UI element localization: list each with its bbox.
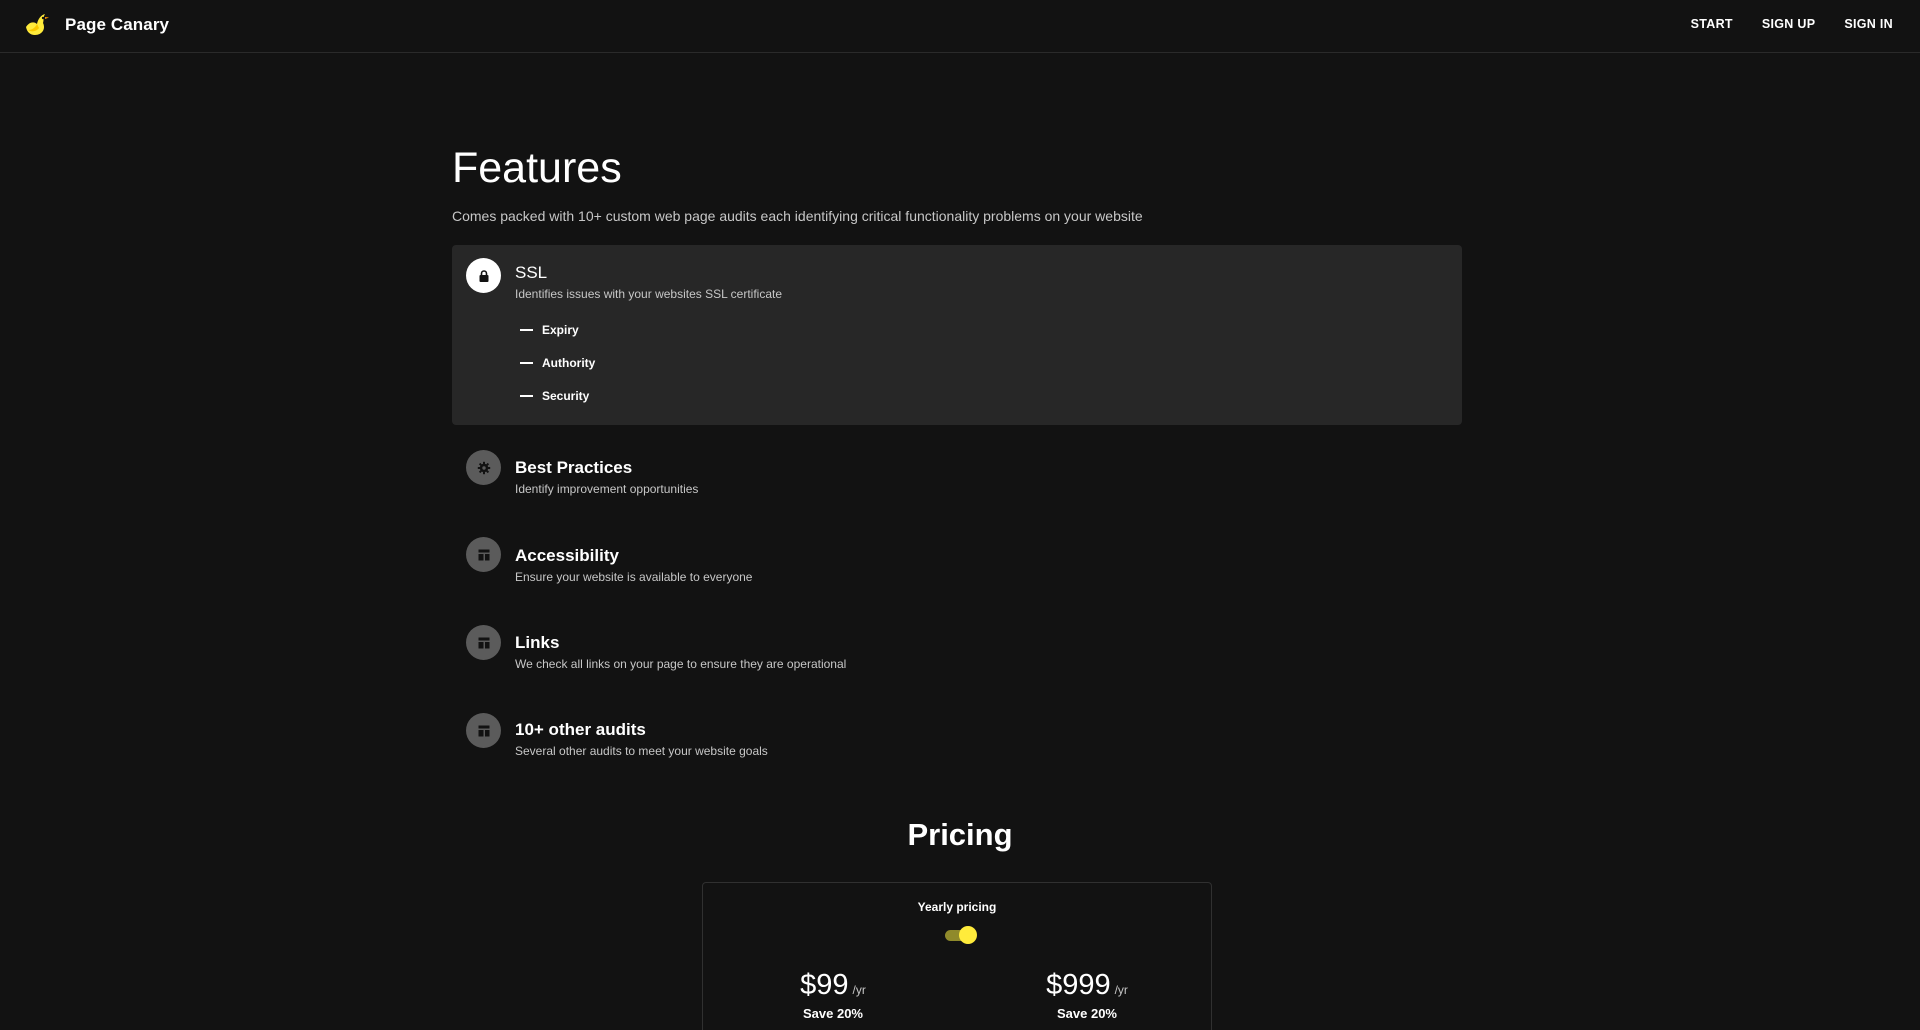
nav-start-link[interactable]: START [1691, 17, 1733, 31]
dash-icon [520, 362, 533, 364]
layout-icon [466, 537, 501, 572]
lock-icon [466, 258, 501, 293]
feature-title: SSL [515, 263, 548, 282]
nav-sign-in-link[interactable]: SIGN IN [1844, 17, 1893, 31]
plan-pro[interactable]: $999/yr Save 20% [997, 969, 1177, 1021]
top-app-bar: Page Canary START SIGN UP SIGN IN [0, 0, 1920, 53]
feature-description: Several other audits to meet your websit… [515, 744, 768, 758]
plan-price: $99 [800, 969, 849, 1001]
brand-name: Page Canary [65, 15, 170, 34]
nav-sign-up-link[interactable]: SIGN UP [1762, 17, 1816, 31]
yearly-pricing-label: Yearly pricing [917, 900, 997, 914]
plan-basic[interactable]: $99/yr Save 20% [743, 969, 923, 1021]
yearly-pricing-toggle[interactable] [943, 925, 977, 945]
feature-item-ssl[interactable]: SSL Identifies issues with your websites… [452, 245, 1462, 425]
plan-unit: /yr [1114, 983, 1128, 997]
pricing-heading: Pricing [907, 817, 1013, 852]
feature-title: 10+ other audits [515, 720, 646, 739]
feature-subitem: Expiry [520, 323, 579, 337]
feature-title: Links [515, 633, 560, 652]
feature-title: Accessibility [515, 546, 619, 565]
feature-description: Identify improvement opportunities [515, 482, 699, 496]
feature-item-links[interactable]: Links We check all links on your page to… [452, 615, 1462, 687]
feature-description: We check all links on your page to ensur… [515, 657, 847, 671]
plan-unit: /yr [852, 983, 866, 997]
features-subtitle: Comes packed with 10+ custom web page au… [452, 208, 1143, 224]
gear-icon [466, 450, 501, 485]
subitem-label: Authority [542, 356, 596, 370]
features-heading: Features [452, 144, 622, 192]
pricing-card: Yearly pricing $99/yr Save 20% $999/yr S… [702, 882, 1212, 1030]
plan-save: Save 20% [1057, 1006, 1117, 1021]
toggle-thumb [959, 926, 977, 944]
plan-price: $999 [1046, 969, 1111, 1001]
dash-icon [520, 329, 533, 331]
feature-item-best-practices[interactable]: Best Practices Identify improvement oppo… [452, 440, 1462, 512]
dash-icon [520, 395, 533, 397]
canary-bird-icon [26, 14, 49, 35]
feature-subitem: Security [520, 389, 589, 403]
layout-icon [466, 713, 501, 748]
feature-item-other-audits[interactable]: 10+ other audits Several other audits to… [452, 702, 1462, 774]
subitem-label: Security [542, 389, 590, 403]
feature-description: Identifies issues with your websites SSL… [515, 287, 783, 301]
layout-icon [466, 625, 501, 660]
brand[interactable]: Page Canary [22, 10, 169, 40]
plan-save: Save 20% [803, 1006, 863, 1021]
feature-title: Best Practices [515, 458, 633, 477]
top-nav: START SIGN UP SIGN IN [1662, 0, 1893, 48]
feature-subitem: Authority [520, 356, 595, 370]
feature-description: Ensure your website is available to ever… [515, 570, 753, 584]
subitem-label: Expiry [542, 323, 579, 337]
feature-item-accessibility[interactable]: Accessibility Ensure your website is ava… [452, 527, 1462, 599]
